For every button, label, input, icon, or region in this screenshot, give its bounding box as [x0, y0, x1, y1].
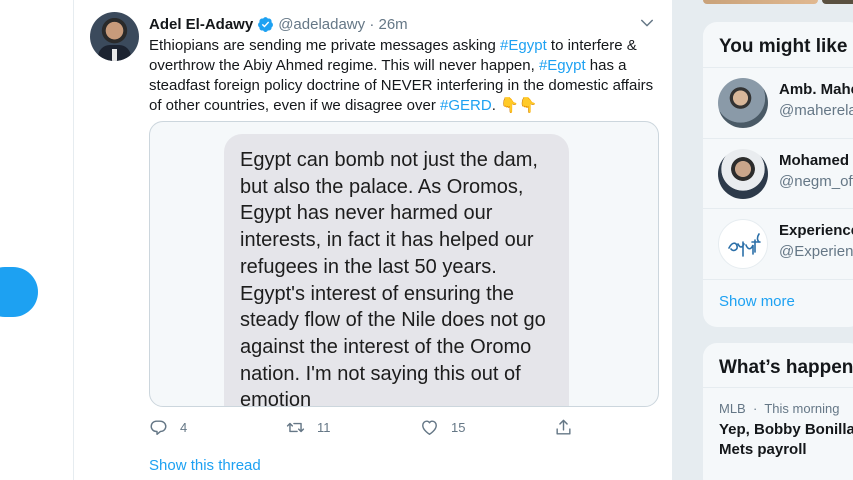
reply-button[interactable]: 4	[149, 415, 187, 439]
like-count: 15	[451, 419, 466, 435]
account-handle: @maherela	[779, 102, 853, 119]
account-avatar[interactable]	[718, 78, 768, 128]
egypt-logo-icon	[728, 233, 761, 257]
dot-separator: ·	[752, 401, 758, 416]
tweet-actions: 4 11 15	[149, 415, 579, 439]
author-avatar[interactable]	[90, 12, 139, 61]
author-name[interactable]: Adel El-Adawy	[149, 16, 253, 33]
who-to-follow-card: You might like Amb. Mahe @maherela Moham…	[703, 22, 853, 327]
trends-card: What’s happen MLB · This morning Yep, Bo…	[703, 343, 853, 480]
retweet-count: 11	[317, 419, 331, 435]
tweet-text: Ethiopians are sending me private messag…	[149, 36, 659, 116]
tweet-header: Adel El-Adawy @adeladawy · 26m	[149, 14, 408, 34]
retweet-button[interactable]: 11	[286, 415, 331, 439]
follow-suggestion[interactable]: Amb. Mahe @maherela	[703, 68, 853, 138]
trends-title: What’s happen	[719, 357, 853, 378]
show-thread-link[interactable]: Show this thread	[149, 457, 261, 474]
tweet-timestamp[interactable]: 26m	[378, 16, 407, 33]
show-more-link[interactable]: Show more	[719, 293, 795, 310]
text-segment: .	[491, 97, 501, 114]
who-to-follow-title: You might like	[719, 36, 848, 57]
author-handle[interactable]: @adeladawy	[278, 16, 365, 33]
account-avatar[interactable]	[718, 149, 768, 199]
account-name[interactable]: Experience	[779, 222, 853, 239]
share-button[interactable]	[554, 415, 585, 439]
divider	[703, 387, 853, 388]
share-icon	[556, 419, 571, 435]
dot-separator: ·	[369, 15, 375, 33]
account-handle: @Experienc	[779, 243, 853, 260]
account-name[interactable]: Amb. Mahe	[779, 81, 853, 98]
trend-time: This morning	[764, 401, 840, 416]
verified-badge-icon	[258, 16, 274, 32]
trend-meta: MLB · This morning	[719, 401, 839, 416]
heart-icon	[422, 419, 437, 435]
hashtag-link[interactable]: #Egypt	[539, 57, 586, 74]
compose-tweet-button[interactable]	[0, 267, 38, 317]
message-bubble-screenshot: Egypt can bomb not just the dam, but als…	[224, 134, 569, 406]
reply-icon	[150, 419, 167, 435]
timeline: Adel El-Adawy @adeladawy · 26m Ethiopian…	[73, 0, 673, 480]
account-name[interactable]: Mohamed	[779, 152, 849, 169]
hashtag-link[interactable]: #Egypt	[500, 37, 547, 54]
divider	[703, 279, 853, 280]
retweet-icon	[286, 422, 305, 432]
trend-category: MLB	[719, 401, 746, 416]
chevron-down-icon[interactable]	[638, 14, 656, 32]
account-handle: @negm_off	[779, 173, 853, 190]
trend-headline[interactable]: Yep, Bobby Bonilla Mets payroll	[719, 420, 853, 460]
left-nav	[0, 0, 73, 480]
reply-count: 4	[180, 419, 188, 435]
pointing-down-emoji: 👇👇	[500, 97, 538, 114]
twitter-page: Adel El-Adawy @adeladawy · 26m Ethiopian…	[0, 0, 853, 480]
account-avatar[interactable]	[718, 219, 768, 269]
like-button[interactable]: 15	[420, 415, 465, 439]
follow-suggestion[interactable]: Mohamed @negm_off	[703, 139, 853, 209]
hashtag-link[interactable]: #GERD	[440, 97, 492, 114]
sidebar-media-strip	[703, 0, 853, 4]
follow-suggestion[interactable]: Experience @Experienc	[703, 209, 853, 279]
tweet-image[interactable]: Egypt can bomb not just the dam, but als…	[149, 121, 659, 407]
text-segment: Ethiopians are sending me private messag…	[149, 37, 501, 54]
